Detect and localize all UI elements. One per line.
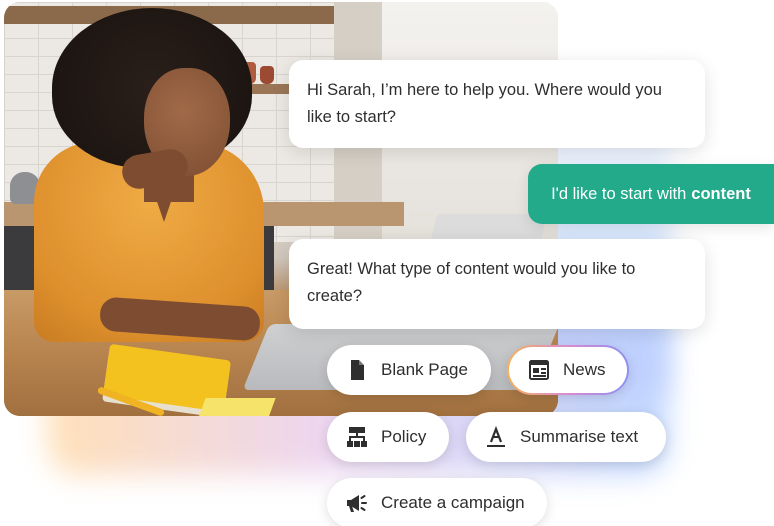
hierarchy-icon <box>347 427 367 447</box>
assistant-message-text: Hi Sarah, I’m here to help you. Where wo… <box>307 81 662 126</box>
summarise-text-option-button[interactable]: Summarise text <box>466 412 666 462</box>
user-message: I'd like to start with content <box>528 164 774 224</box>
create-campaign-option-label: Create a campaign <box>381 493 525 512</box>
photo-sticky-note <box>198 398 276 416</box>
megaphone-icon <box>347 495 367 512</box>
news-option-button[interactable]: News <box>507 345 629 395</box>
user-message-text: I'd like to start with <box>551 184 687 203</box>
newspaper-icon <box>529 360 549 380</box>
text-format-icon <box>487 425 505 447</box>
document-icon <box>351 360 364 380</box>
news-option-label: News <box>563 360 606 379</box>
policy-option-label: Policy <box>381 427 427 446</box>
summarise-text-option-label: Summarise text <box>520 427 639 446</box>
policy-option-button[interactable]: Policy <box>327 412 449 462</box>
user-message-emphasis: content <box>691 184 751 203</box>
blank-page-option-button[interactable]: Blank Page <box>327 345 491 395</box>
create-campaign-option-button[interactable]: Create a campaign <box>327 478 547 526</box>
assistant-message: Great! What type of content would you li… <box>289 239 705 329</box>
blank-page-option-label: Blank Page <box>381 360 468 379</box>
assistant-message: Hi Sarah, I’m here to help you. Where wo… <box>289 60 705 148</box>
photo-pot <box>260 66 274 84</box>
assistant-message-text: Great! What type of content would you li… <box>307 260 636 305</box>
